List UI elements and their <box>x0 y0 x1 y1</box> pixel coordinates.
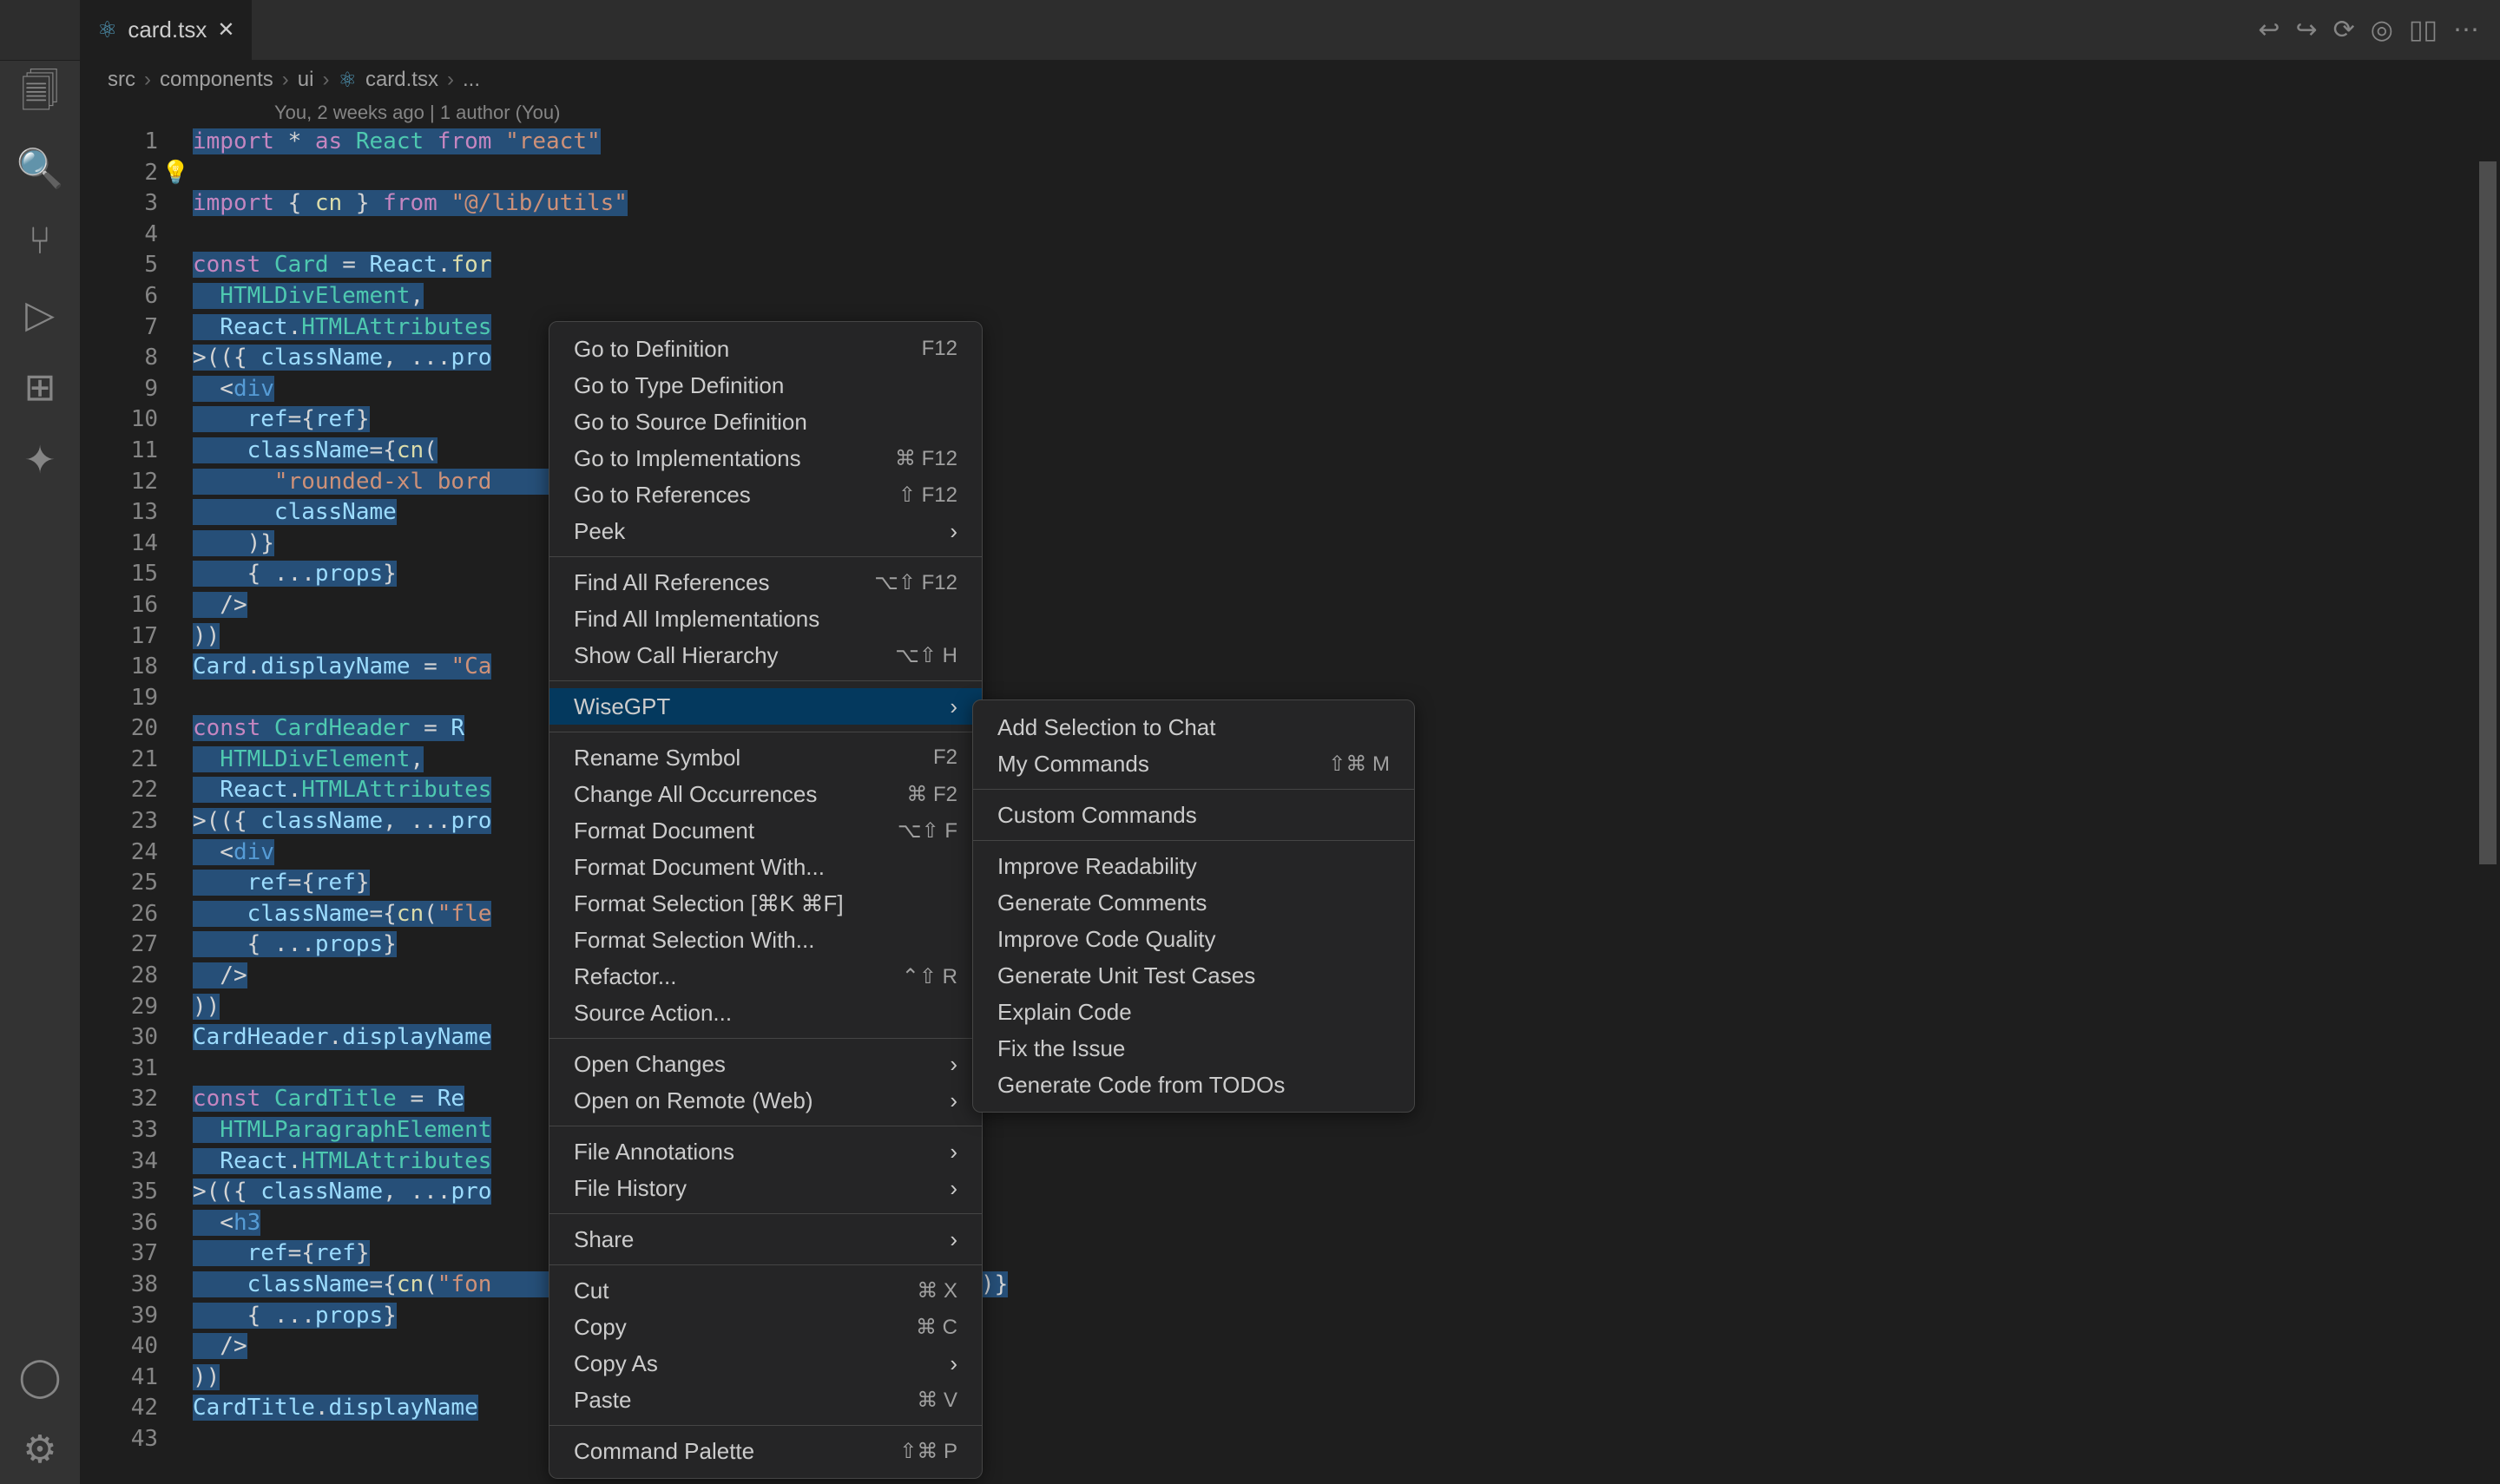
more-icon[interactable]: ⋯ <box>2453 15 2479 45</box>
menu-item[interactable]: Go to Implementations⌘ F12 <box>549 440 982 476</box>
git-blame: You, 2 weeks ago | 1 author (You) <box>80 99 2500 127</box>
explorer-icon[interactable]: 🗐 <box>19 75 61 116</box>
menu-item[interactable]: My Commands⇧⌘ M <box>973 745 1414 782</box>
menu-item[interactable]: Show Call Hierarchy⌥⇧ H <box>549 637 982 673</box>
wisegpt-icon[interactable]: ✦ <box>19 439 61 481</box>
settings-icon[interactable]: ⚙ <box>19 1428 61 1470</box>
menu-item[interactable]: WiseGPT› <box>549 688 982 725</box>
menu-item[interactable]: File History› <box>549 1170 982 1206</box>
menu-item[interactable]: Command Palette⇧⌘ P <box>549 1433 982 1469</box>
menu-item[interactable]: Generate Code from TODOs <box>973 1067 1414 1103</box>
breadcrumb-item[interactable]: src <box>108 68 135 92</box>
context-menu-main: Go to DefinitionF12Go to Type Definition… <box>549 321 983 1479</box>
account-icon[interactable]: ◯ <box>19 1356 61 1397</box>
menu-item[interactable]: Go to References⇧ F12 <box>549 476 982 513</box>
compass-icon[interactable]: ◎ <box>2371 15 2393 45</box>
chevron-right-icon: › <box>950 1087 957 1114</box>
menu-item[interactable]: Go to Source Definition <box>549 404 982 440</box>
menu-item[interactable]: Fix the Issue <box>973 1030 1414 1067</box>
menu-item[interactable]: Open Changes› <box>549 1046 982 1082</box>
menu-item[interactable]: Paste⌘ V <box>549 1382 982 1418</box>
search-icon[interactable]: 🔍 <box>19 148 61 189</box>
line-numbers: 1234567891011121314151617181920212223242… <box>80 127 193 1484</box>
menu-item[interactable]: Format Document⌥⇧ F <box>549 812 982 849</box>
menu-item[interactable]: Generate Comments <box>973 884 1414 921</box>
menu-item[interactable]: Format Selection [⌘K ⌘F] <box>549 885 982 922</box>
tab-card-tsx[interactable]: ⚛ card.tsx ✕ <box>80 0 253 60</box>
activity-bar: 🗐 🔍 ⑂ ▷ ⊞ ✦ ◯ ⚙ <box>0 61 80 1484</box>
chevron-right-icon: › <box>950 693 957 720</box>
chevron-right-icon: › <box>950 1051 957 1078</box>
menu-item[interactable]: Improve Code Quality <box>973 921 1414 957</box>
breadcrumb-item[interactable]: ... <box>463 68 480 92</box>
breadcrumb-item[interactable]: card.tsx <box>365 68 438 92</box>
menu-item[interactable]: Open on Remote (Web)› <box>549 1082 982 1119</box>
tab-filename: card.tsx <box>128 16 207 43</box>
titlebar: ⚛ card.tsx ✕ ↩ ↪ ⟳ ◎ ▯▯ ⋯ <box>0 0 2500 61</box>
nav-forward-icon[interactable]: ↪ <box>2296 15 2318 45</box>
menu-item[interactable]: Format Selection With... <box>549 922 982 958</box>
menu-item[interactable]: Custom Commands <box>973 797 1414 833</box>
breadcrumb-item[interactable]: components <box>160 68 273 92</box>
refresh-icon[interactable]: ⟳ <box>2333 15 2355 45</box>
source-control-icon[interactable]: ⑂ <box>19 220 61 262</box>
scrollbar[interactable] <box>2476 161 2500 1481</box>
menu-item[interactable]: Share› <box>549 1221 982 1257</box>
run-debug-icon[interactable]: ▷ <box>19 293 61 335</box>
menu-item[interactable]: Rename SymbolF2 <box>549 739 982 776</box>
extensions-icon[interactable]: ⊞ <box>19 366 61 408</box>
menu-item[interactable]: Find All References⌥⇧ F12 <box>549 564 982 601</box>
react-file-icon: ⚛ <box>97 16 117 43</box>
menu-item[interactable]: Source Action... <box>549 995 982 1031</box>
breadcrumb[interactable]: src› components› ui› ⚛ card.tsx› ... <box>80 61 2500 99</box>
menu-item[interactable]: Copy As› <box>549 1345 982 1382</box>
chevron-right-icon: › <box>950 1175 957 1202</box>
menu-item[interactable]: Improve Readability <box>973 848 1414 884</box>
scrollbar-thumb[interactable] <box>2479 161 2497 864</box>
menu-item[interactable]: Generate Unit Test Cases <box>973 957 1414 994</box>
chevron-right-icon: › <box>950 1350 957 1377</box>
split-editor-icon[interactable]: ▯▯ <box>2409 15 2438 45</box>
chevron-right-icon: › <box>950 518 957 545</box>
menu-item[interactable]: Copy⌘ C <box>549 1309 982 1345</box>
breadcrumb-item[interactable]: ui <box>298 68 314 92</box>
menu-item[interactable]: Change All Occurrences⌘ F2 <box>549 776 982 812</box>
menu-item[interactable]: Peek› <box>549 513 982 549</box>
menu-item[interactable]: File Annotations› <box>549 1133 982 1170</box>
menu-item[interactable]: Explain Code <box>973 994 1414 1030</box>
menu-item[interactable]: Add Selection to Chat <box>973 709 1414 745</box>
menu-item[interactable]: Format Document With... <box>549 849 982 885</box>
nav-back-icon[interactable]: ↩ <box>2258 15 2280 45</box>
chevron-right-icon: › <box>950 1139 957 1166</box>
lightbulb-icon[interactable]: 💡 <box>161 158 189 189</box>
tab-close-icon[interactable]: ✕ <box>217 17 234 43</box>
menu-item[interactable]: Refactor...⌃⇧ R <box>549 958 982 995</box>
menu-item[interactable]: Find All Implementations <box>549 601 982 637</box>
menu-item[interactable]: Cut⌘ X <box>549 1272 982 1309</box>
menu-item[interactable]: Go to DefinitionF12 <box>549 331 982 367</box>
chevron-right-icon: › <box>950 1226 957 1253</box>
context-menu-wisegpt: Add Selection to ChatMy Commands⇧⌘ M Cust… <box>972 699 1415 1113</box>
menu-item[interactable]: Go to Type Definition <box>549 367 982 404</box>
